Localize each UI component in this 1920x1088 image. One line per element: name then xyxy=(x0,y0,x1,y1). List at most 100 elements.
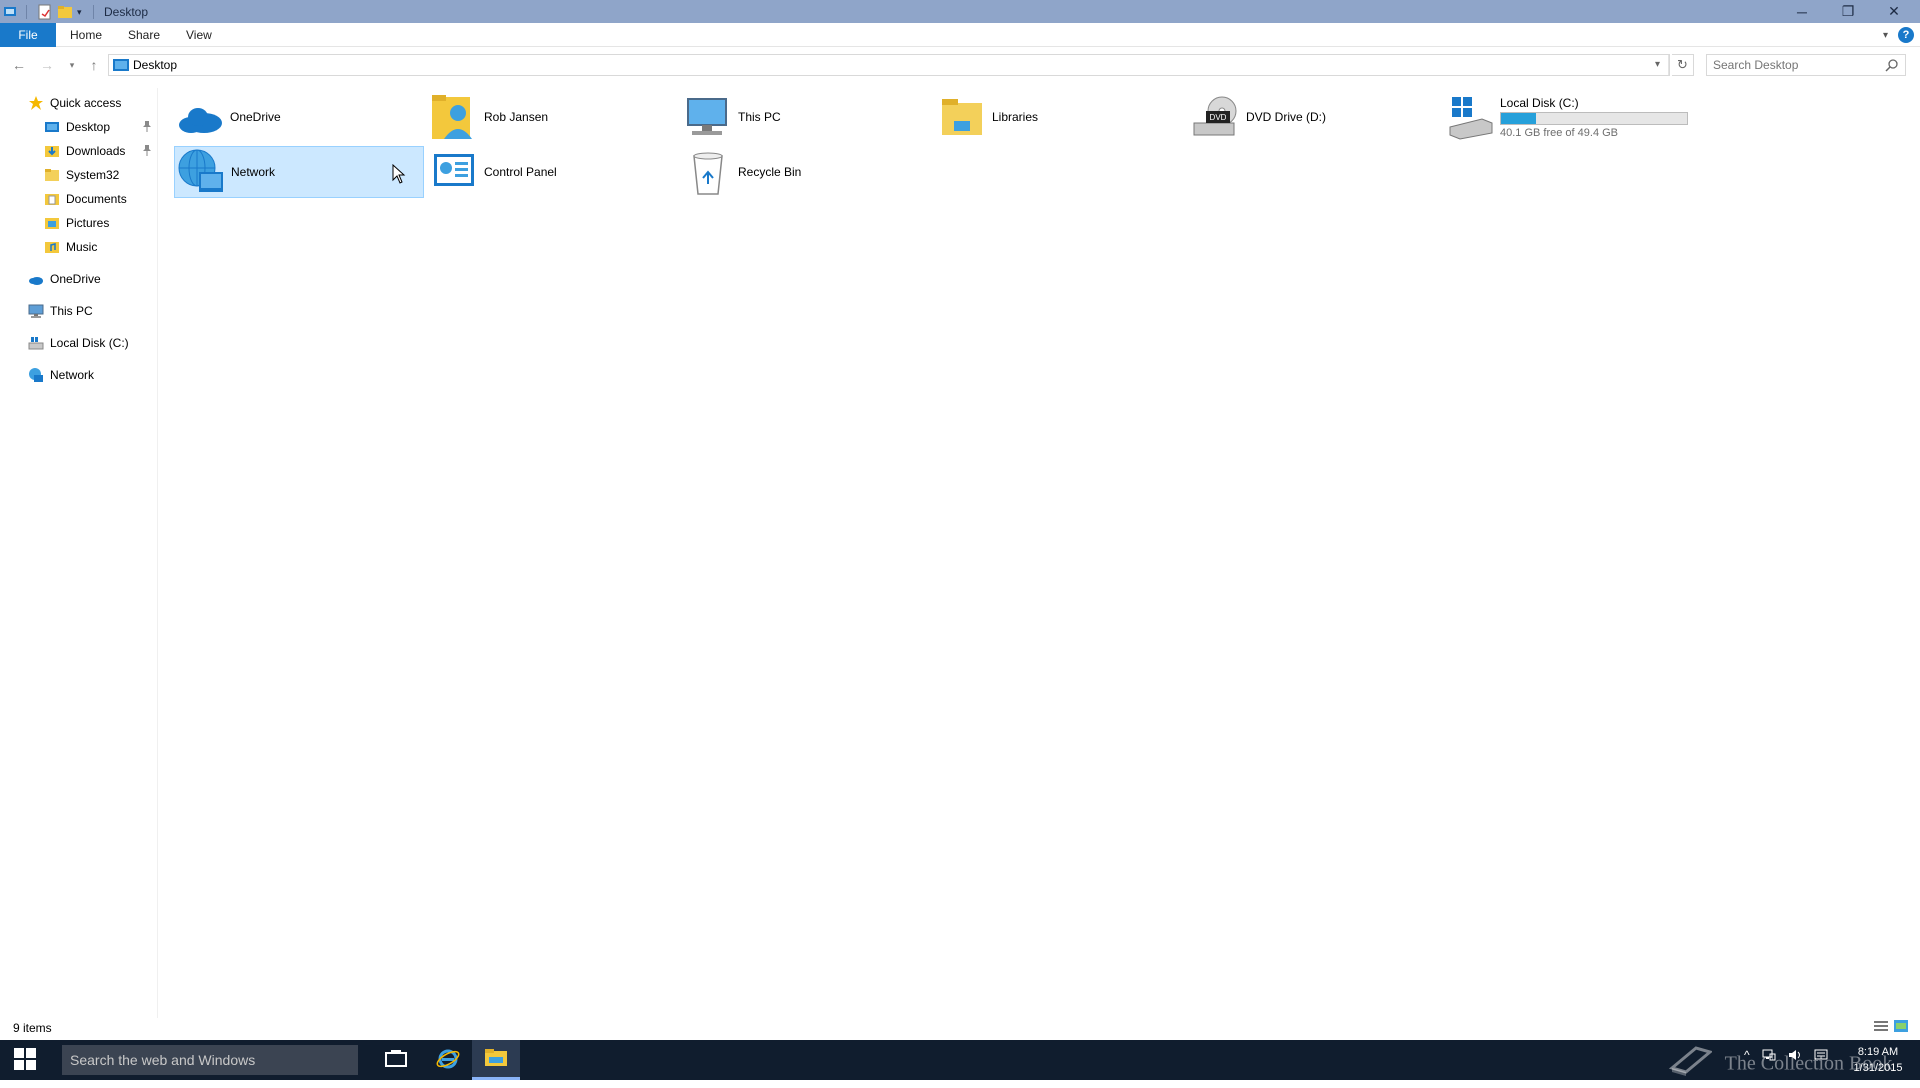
details-view-icon[interactable] xyxy=(1874,1020,1888,1035)
nav-item-onedrive[interactable]: OneDrive xyxy=(28,268,101,290)
control-panel-icon xyxy=(430,148,478,196)
maximize-button[interactable]: ❐ xyxy=(1825,0,1871,23)
taskbar-search[interactable]: Search the web and Windows xyxy=(62,1045,358,1075)
onedrive-icon xyxy=(28,271,44,287)
item-label: Libraries xyxy=(992,110,1039,124)
close-button[interactable]: ✕ xyxy=(1871,0,1917,23)
hard-drive-icon xyxy=(28,335,44,351)
large-icons-view-icon[interactable] xyxy=(1894,1020,1908,1035)
item-label: OneDrive xyxy=(230,110,281,124)
nav-item-label: Pictures xyxy=(66,216,110,230)
nav-quick-access[interactable]: Quick access xyxy=(28,92,121,114)
pictures-folder-icon xyxy=(44,215,60,231)
tab-home[interactable]: Home xyxy=(56,23,116,47)
address-row: ← → ▾ ↑ Desktop ▾ ↻ xyxy=(0,52,1920,77)
ribbon-tabs: File Home Share View ▾ ? xyxy=(0,23,1920,47)
item-label: This PC xyxy=(738,110,781,124)
pane-divider[interactable] xyxy=(157,88,158,1018)
properties-icon[interactable] xyxy=(37,4,53,20)
user-folder-icon xyxy=(430,93,478,141)
drive-free-space: 40.1 GB free of 49.4 GB xyxy=(1500,126,1619,139)
nav-item-pictures[interactable]: Pictures xyxy=(44,212,109,234)
tab-file[interactable]: File xyxy=(0,23,56,47)
new-folder-icon[interactable] xyxy=(57,4,73,20)
item-local-disk[interactable]: Local Disk (C:) 40.1 GB free of 49.4 GB xyxy=(1444,91,1690,143)
task-view-button[interactable] xyxy=(372,1040,420,1080)
item-recycle-bin[interactable]: Recycle Bin xyxy=(682,146,932,198)
item-control-panel[interactable]: Control Panel xyxy=(428,146,678,198)
mouse-cursor-icon xyxy=(392,163,406,187)
search-icon[interactable] xyxy=(1885,58,1899,75)
svg-text:DVD: DVD xyxy=(1210,113,1227,122)
network-icon xyxy=(28,367,44,383)
item-this-pc[interactable]: This PC xyxy=(682,91,932,143)
explorer-window-icon[interactable] xyxy=(4,4,20,20)
folder-icon xyxy=(44,167,60,183)
dvd-drive-icon: DVD xyxy=(1192,93,1240,141)
nav-item-desktop[interactable]: Desktop xyxy=(44,116,110,138)
star-icon xyxy=(28,95,44,111)
item-libraries[interactable]: Libraries xyxy=(936,91,1186,143)
nav-item-system32[interactable]: System32 xyxy=(44,164,119,186)
drive-usage-bar xyxy=(1500,111,1688,125)
music-folder-icon xyxy=(44,239,60,255)
taskbar: Search the web and Windows The Collectio… xyxy=(0,1040,1920,1080)
system-tray: ^ xyxy=(1744,1048,1828,1065)
book-logo-icon xyxy=(1668,1042,1714,1088)
up-arrow-icon[interactable]: ↑ xyxy=(84,55,104,75)
search-input[interactable] xyxy=(1707,58,1877,72)
clock[interactable]: 8:19 AM 1/31/2015 xyxy=(1848,1044,1908,1076)
item-label: Local Disk (C:) xyxy=(1500,95,1579,110)
documents-folder-icon xyxy=(44,191,60,207)
nav-item-label: This PC xyxy=(50,304,93,318)
clock-time: 8:19 AM xyxy=(1857,1046,1899,1058)
volume-icon[interactable] xyxy=(1788,1048,1802,1065)
local-disk-icon xyxy=(1446,93,1494,141)
address-bar[interactable]: Desktop ▾ xyxy=(108,54,1670,76)
nav-item-label: Local Disk (C:) xyxy=(50,336,129,350)
tab-share[interactable]: Share xyxy=(114,23,174,47)
minimize-button[interactable]: ─ xyxy=(1779,0,1825,23)
breadcrumb-desktop[interactable]: Desktop xyxy=(133,58,177,72)
nav-item-network[interactable]: Network xyxy=(28,364,94,386)
recycle-bin-icon xyxy=(684,148,732,196)
tab-view[interactable]: View xyxy=(172,23,226,47)
nav-item-label: Quick access xyxy=(50,96,122,110)
nav-item-this-pc[interactable]: This PC xyxy=(28,300,93,322)
title-bar: ▾ Desktop ─ ❐ ✕ xyxy=(0,0,1920,23)
item-rob-jansen[interactable]: Rob Jansen xyxy=(428,91,678,143)
item-network[interactable]: Network xyxy=(174,146,424,198)
window-title: Desktop xyxy=(104,4,149,19)
action-center-icon[interactable] xyxy=(1814,1048,1828,1065)
customize-qa-chevron-icon[interactable]: ▾ xyxy=(77,4,87,20)
help-button[interactable]: ? xyxy=(1898,27,1914,43)
clock-date: 1/31/2015 xyxy=(1853,1062,1903,1074)
nav-item-local-disk[interactable]: Local Disk (C:) xyxy=(28,332,129,354)
pin-icon[interactable] xyxy=(141,144,155,158)
this-pc-icon xyxy=(684,93,732,141)
network-icon xyxy=(177,148,225,196)
nav-item-documents[interactable]: Documents xyxy=(44,188,127,210)
nav-item-downloads[interactable]: Downloads xyxy=(44,140,125,162)
recent-locations-chevron-icon[interactable]: ▾ xyxy=(62,55,82,75)
address-history-chevron-icon[interactable]: ▾ xyxy=(1647,55,1669,75)
show-hidden-icons-chevron-icon[interactable]: ^ xyxy=(1744,1048,1750,1065)
drive-usage-fill xyxy=(1501,112,1537,124)
search-box[interactable] xyxy=(1706,54,1906,76)
forward-arrow-icon[interactable]: → xyxy=(37,55,57,75)
expand-ribbon-chevron-icon[interactable]: ▾ xyxy=(1883,30,1888,41)
qa-separator xyxy=(93,4,94,19)
file-list: OneDrive Rob Jansen This PC Libraries DV… xyxy=(170,88,1910,1008)
taskbar-internet-explorer[interactable] xyxy=(424,1040,472,1080)
back-arrow-icon[interactable]: ← xyxy=(9,55,29,75)
taskbar-file-explorer[interactable] xyxy=(472,1040,520,1080)
item-onedrive[interactable]: OneDrive xyxy=(174,91,424,143)
status-bar: 9 items xyxy=(0,1018,1920,1038)
start-button[interactable] xyxy=(0,1040,50,1080)
pin-icon[interactable] xyxy=(141,120,155,134)
item-dvd-drive[interactable]: DVD DVD Drive (D:) xyxy=(1190,91,1440,143)
refresh-button[interactable]: ↻ xyxy=(1672,54,1694,76)
item-label: Network xyxy=(231,165,276,179)
nav-item-music[interactable]: Music xyxy=(44,236,97,258)
network-status-icon[interactable] xyxy=(1762,1048,1776,1065)
